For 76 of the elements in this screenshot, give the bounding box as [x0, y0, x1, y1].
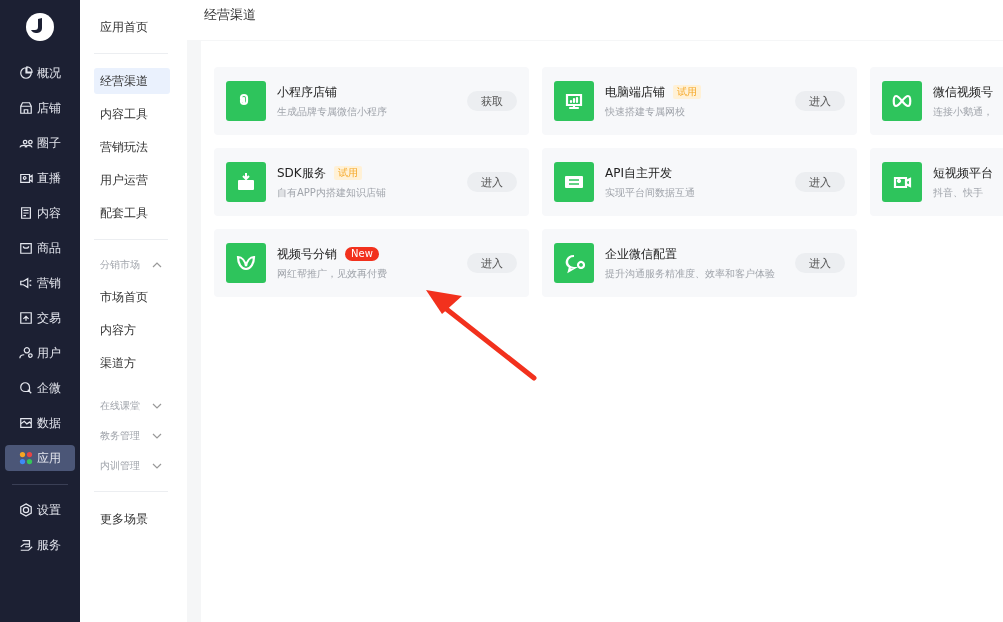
card-description: 生成品牌专属微信小程序	[277, 104, 387, 119]
nav-icon	[19, 311, 33, 325]
card-badge: 试用	[673, 85, 701, 99]
submenu-item[interactable]: 内容方	[94, 317, 170, 343]
enter-button[interactable]: 进入	[795, 172, 845, 192]
enter-button[interactable]: 进入	[467, 253, 517, 273]
nav-icon	[19, 101, 33, 115]
nav-item[interactable]: 应用	[5, 445, 75, 471]
nav-icon	[19, 66, 33, 80]
nav-item[interactable]: 服务	[5, 532, 75, 558]
card-description: 提升沟通服务精准度、效率和客户体验	[605, 266, 775, 281]
nav-item[interactable]: 内容	[5, 200, 75, 226]
app-icon	[554, 243, 594, 283]
app-icon	[226, 81, 266, 121]
card-description: 自有APP内搭建知识店铺	[277, 185, 386, 200]
submenu-item[interactable]: 应用首页	[94, 14, 170, 40]
card-badge: New	[345, 247, 379, 261]
submenu-item[interactable]: 更多场景	[94, 506, 170, 532]
submenu-item[interactable]: 内容工具	[94, 101, 170, 127]
app-icon	[554, 81, 594, 121]
page-title: 经营渠道	[187, 0, 1003, 40]
nav-item[interactable]: 设置	[5, 497, 75, 523]
card-title: 短视频平台	[933, 164, 993, 182]
nav-item[interactable]: 交易	[5, 305, 75, 331]
card-title: 电脑端店铺	[605, 83, 665, 101]
card-title: 企业微信配置	[605, 245, 677, 263]
nav-icon	[19, 276, 33, 290]
nav-icon	[19, 171, 33, 185]
card-title: SDK服务	[277, 164, 326, 182]
nav-item[interactable]: 直播	[5, 165, 75, 191]
app-icon	[882, 81, 922, 121]
card-badge: 试用	[333, 166, 362, 180]
card-title: 微信视频号	[933, 83, 993, 101]
app-icon	[226, 162, 266, 202]
card-title: 小程序店铺	[277, 83, 337, 101]
submenu-item[interactable]: 营销玩法	[94, 134, 170, 160]
card-title: 视频号分销	[277, 245, 337, 263]
submenu-item[interactable]: 配套工具	[94, 200, 170, 226]
submenu-item[interactable]: 渠道方	[94, 350, 170, 376]
card-description: 连接小鹅通，	[933, 104, 993, 119]
card-title: API自主开发	[605, 164, 672, 182]
chevron-icon	[152, 403, 162, 409]
enter-button[interactable]: 进入	[467, 172, 517, 192]
apps-icon	[19, 451, 33, 465]
chevron-icon	[152, 433, 162, 439]
nav-icon	[19, 381, 33, 395]
nav-item[interactable]: 商品	[5, 235, 75, 261]
nav-icon	[19, 241, 33, 255]
submenu-item[interactable]: 用户运营	[94, 167, 170, 193]
goose-logo-icon	[25, 12, 55, 42]
app-icon	[882, 162, 922, 202]
nav-item[interactable]: 概况	[5, 60, 75, 86]
nav-icon	[19, 416, 33, 430]
enter-button[interactable]: 获取	[467, 91, 517, 111]
chevron-icon	[152, 262, 162, 268]
chevron-icon	[152, 463, 162, 469]
nav-item[interactable]: 圈子	[5, 130, 75, 156]
settings-icon	[19, 503, 33, 517]
nav-item[interactable]: 店铺	[5, 95, 75, 121]
enter-button[interactable]: 进入	[795, 91, 845, 111]
nav-item[interactable]: 营销	[5, 270, 75, 296]
card-description: 实现平台间数据互通	[605, 185, 695, 200]
nav-item[interactable]: 企微	[5, 375, 75, 401]
app-icon	[554, 162, 594, 202]
app-icon	[226, 243, 266, 283]
card-description: 网红帮推广，见效再付费	[277, 266, 387, 281]
nav-item[interactable]: 用户	[5, 340, 75, 366]
card-description: 快速搭建专属网校	[605, 104, 685, 119]
nav-icon	[19, 346, 33, 360]
card-description: 抖音、快手	[933, 185, 983, 200]
nav-icon	[19, 206, 33, 220]
submenu-item[interactable]: 市场首页	[94, 284, 170, 310]
submenu-item[interactable]: 经营渠道	[94, 68, 170, 94]
hand-icon	[19, 538, 33, 552]
nav-item[interactable]: 数据	[5, 410, 75, 436]
enter-button[interactable]: 进入	[795, 253, 845, 273]
